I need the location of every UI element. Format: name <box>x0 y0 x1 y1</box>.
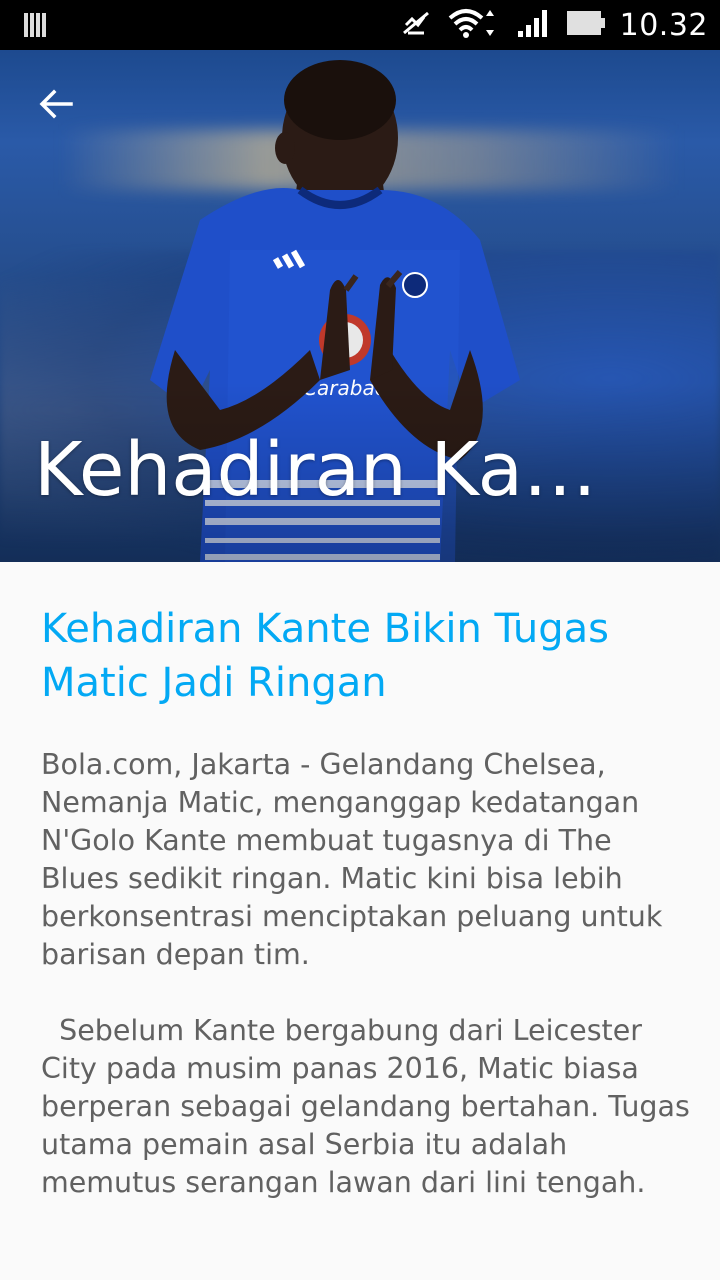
article-content[interactable]: Kehadiran Kante Bikin Tugas Matic Jadi R… <box>0 562 720 1280</box>
signal-icon <box>516 7 552 43</box>
wifi-icon <box>446 6 502 44</box>
mute-icon <box>400 7 432 43</box>
status-bar: 10.32 <box>0 0 720 50</box>
article-title: Kehadiran Kante Bikin Tugas Matic Jadi R… <box>41 606 609 706</box>
article-body: Bola.com, Jakarta - Gelandang Chelsea, N… <box>41 748 690 1199</box>
back-button[interactable] <box>30 80 82 132</box>
header-image: Carabao Kehadiran Ka… <box>0 50 720 562</box>
clock: 10.32 <box>619 7 708 43</box>
notification-icon <box>22 11 48 43</box>
arrow-back-icon <box>39 89 73 123</box>
battery-icon <box>566 10 606 40</box>
toolbar-title: Kehadiran Ka… <box>34 427 597 513</box>
